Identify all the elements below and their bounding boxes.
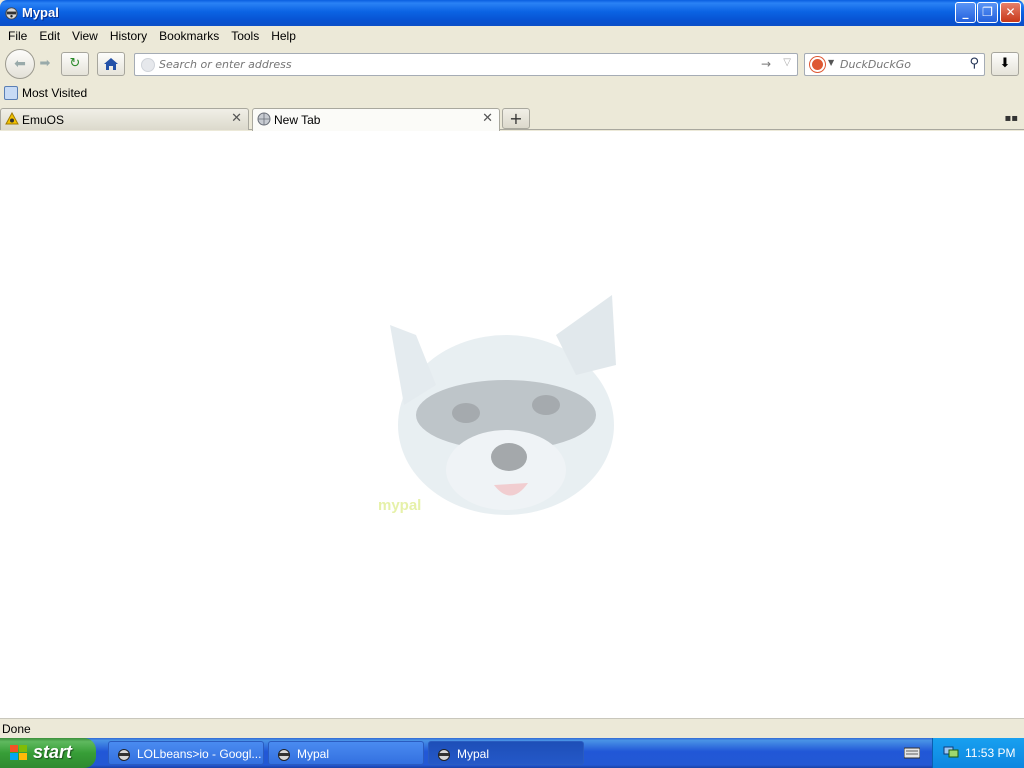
taskbar-item-mypal-active[interactable]: Mypal xyxy=(428,741,584,765)
window-titlebar[interactable]: Mypal _ ❐ ✕ xyxy=(0,0,1024,26)
address-bar[interactable]: → ▽ xyxy=(134,53,798,76)
tab-close-icon[interactable]: ✕ xyxy=(231,111,242,126)
taskbar-item-lolbeans[interactable]: LOLbeans>io - Googl... xyxy=(108,741,264,765)
back-arrow-icon: ⬅ xyxy=(14,56,26,72)
mypal-watermark: mypal xyxy=(378,497,422,514)
start-button[interactable]: start xyxy=(0,738,96,768)
page-content[interactable]: mypal xyxy=(0,131,1024,718)
tab-list-icon[interactable]: ▪▪ xyxy=(1004,113,1018,124)
raccoon-logo-image xyxy=(390,295,616,515)
menu-bar: File Edit View History Bookmarks Tools H… xyxy=(0,26,1024,46)
reload-button[interactable]: ↻ xyxy=(61,52,89,76)
search-input[interactable] xyxy=(840,58,960,71)
tab-emuos[interactable]: EmuOS ✕ xyxy=(0,108,249,130)
menu-bookmarks[interactable]: Bookmarks xyxy=(153,29,225,43)
status-bar: Done xyxy=(0,718,1024,738)
search-icon[interactable]: ⚲ xyxy=(969,56,979,71)
bookmark-most-visited[interactable]: Most Visited xyxy=(4,86,87,100)
menu-edit[interactable]: Edit xyxy=(33,29,66,43)
network-icon[interactable] xyxy=(943,745,959,759)
new-tab-button[interactable]: + xyxy=(502,108,530,129)
taskbar-item-mypal[interactable]: Mypal xyxy=(268,741,424,765)
menu-file[interactable]: File xyxy=(2,29,33,43)
minimize-button[interactable]: _ xyxy=(955,2,976,23)
tab-new-tab[interactable]: New Tab ✕ xyxy=(252,108,500,131)
site-identity-icon xyxy=(141,58,155,72)
system-tray: 11:53 PM xyxy=(932,738,1024,768)
task-label: Mypal xyxy=(297,747,330,761)
back-button[interactable]: ⬅ xyxy=(5,49,35,79)
plus-icon: + xyxy=(509,109,523,128)
go-arrow-icon[interactable]: → xyxy=(761,57,771,71)
bookmark-label: Most Visited xyxy=(22,86,88,100)
menu-history[interactable]: History xyxy=(104,29,153,43)
search-bar[interactable]: ▼ ⚲ xyxy=(804,53,985,76)
raccoon-app-icon xyxy=(438,749,450,761)
emuos-favicon xyxy=(5,112,19,125)
history-dropdown-icon[interactable]: ▽ xyxy=(783,57,791,68)
task-label: Mypal xyxy=(457,747,490,761)
raccoon-app-icon xyxy=(118,749,130,761)
engine-dropdown-icon[interactable]: ▼ xyxy=(828,58,834,67)
close-button[interactable]: ✕ xyxy=(1000,2,1021,23)
restore-button[interactable]: ❐ xyxy=(977,2,998,23)
bookmarks-toolbar: Most Visited xyxy=(0,84,1024,106)
globe-favicon xyxy=(257,112,271,126)
task-label: LOLbeans>io - Googl... xyxy=(137,747,262,761)
raccoon-app-icon xyxy=(5,7,18,20)
menu-view[interactable]: View xyxy=(66,29,104,43)
home-button[interactable] xyxy=(97,52,125,76)
navigation-toolbar: ⬅ ➡ ↻ → ▽ ▼ ⚲ ⬇ xyxy=(0,46,1024,82)
tab-label: EmuOS xyxy=(22,113,65,127)
home-icon xyxy=(104,58,118,70)
duckduckgo-engine-icon[interactable] xyxy=(810,57,825,72)
keyboard-icon[interactable] xyxy=(904,747,920,759)
tab-close-icon[interactable]: ✕ xyxy=(482,111,493,126)
window-title: Mypal xyxy=(22,5,59,20)
menu-help[interactable]: Help xyxy=(265,29,302,43)
most-visited-icon xyxy=(4,86,18,100)
address-input[interactable] xyxy=(159,58,749,71)
windows-taskbar: start LOLbeans>io - Googl... Mypal Mypal… xyxy=(0,738,1024,768)
windows-flag-icon xyxy=(10,745,27,760)
menu-tools[interactable]: Tools xyxy=(225,29,265,43)
start-label: start xyxy=(33,742,73,762)
tab-label: New Tab xyxy=(274,113,321,127)
reload-icon: ↻ xyxy=(69,56,81,71)
status-text: Done xyxy=(2,722,31,736)
raccoon-app-icon xyxy=(278,749,290,761)
clock: 11:53 PM xyxy=(965,746,1016,760)
forward-arrow-icon: ➡ xyxy=(39,56,51,71)
forward-button[interactable]: ➡ xyxy=(34,53,56,75)
downloads-button[interactable]: ⬇ xyxy=(991,52,1019,76)
download-arrow-icon: ⬇ xyxy=(999,56,1011,71)
